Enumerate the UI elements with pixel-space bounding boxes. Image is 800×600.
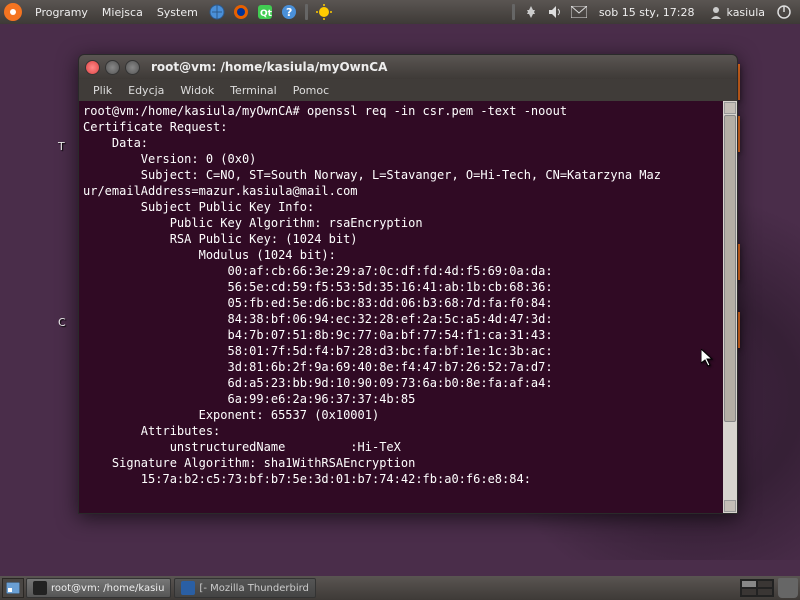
scroll-up-icon[interactable] — [724, 102, 736, 114]
desktop-icon-label[interactable]: C — [58, 316, 66, 329]
scrollbar-thumb[interactable] — [724, 115, 736, 422]
network-icon[interactable] — [522, 3, 540, 21]
terminal-icon — [33, 581, 47, 595]
ubuntu-logo-icon[interactable] — [4, 3, 22, 21]
menu-plik[interactable]: Plik — [85, 84, 120, 97]
scroll-down-icon[interactable] — [724, 500, 736, 512]
menu-programy[interactable]: Programy — [28, 6, 95, 19]
top-panel: Programy Miejsca System Qt ? sob 15 sty,… — [0, 0, 800, 24]
qt-icon[interactable]: Qt — [256, 3, 274, 21]
help-icon[interactable]: ? — [280, 3, 298, 21]
workspace-2[interactable] — [757, 580, 773, 588]
scrollbar-track[interactable] — [724, 115, 736, 499]
firefox-icon[interactable] — [232, 3, 250, 21]
user-menu[interactable]: kasiula — [703, 5, 771, 19]
menu-miejsca[interactable]: Miejsca — [95, 6, 150, 19]
task-terminal[interactable]: root@vm: /home/kasiu — [26, 578, 171, 598]
mail-icon[interactable] — [570, 3, 588, 21]
desktop-icon-label[interactable]: T — [58, 140, 65, 153]
menu-system[interactable]: System — [150, 6, 205, 19]
close-icon[interactable] — [85, 60, 100, 75]
power-icon[interactable] — [775, 3, 793, 21]
menu-pomoc[interactable]: Pomoc — [285, 84, 337, 97]
bottom-panel: root@vm: /home/kasiu [- Mozilla Thunderb… — [0, 576, 800, 600]
menu-widok[interactable]: Widok — [172, 84, 222, 97]
workspace-1[interactable] — [741, 580, 757, 588]
user-name: kasiula — [727, 6, 765, 19]
panel-separator — [305, 4, 308, 20]
workspace-3[interactable] — [741, 588, 757, 596]
thunderbird-icon — [181, 581, 195, 595]
window-menubar: Plik Edycja Widok Terminal Pomoc — [79, 79, 737, 101]
task-label: [- Mozilla Thunderbird — [199, 583, 308, 594]
svg-text:Qt: Qt — [260, 9, 273, 19]
show-desktop-button[interactable] — [2, 578, 24, 598]
menu-terminal[interactable]: Terminal — [222, 84, 285, 97]
workspace-4[interactable] — [757, 588, 773, 596]
window-title: root@vm: /home/kasiula/myOwnCA — [151, 60, 387, 74]
minimize-icon[interactable] — [105, 60, 120, 75]
terminal-output[interactable]: root@vm:/home/kasiula/myOwnCA# openssl r… — [79, 101, 723, 513]
sound-icon[interactable] — [546, 3, 564, 21]
browser-icon[interactable] — [208, 3, 226, 21]
terminal-window: root@vm: /home/kasiula/myOwnCA Plik Edyc… — [78, 54, 738, 514]
panel-separator — [512, 4, 515, 20]
task-label: root@vm: /home/kasiu — [51, 583, 164, 594]
window-titlebar[interactable]: root@vm: /home/kasiula/myOwnCA — [79, 55, 737, 79]
workspace-switcher[interactable] — [740, 579, 774, 597]
weather-sun-icon[interactable] — [315, 3, 333, 21]
terminal-scrollbar[interactable] — [723, 101, 737, 513]
clock[interactable]: sob 15 sty, 17:28 — [591, 6, 703, 19]
maximize-icon[interactable] — [125, 60, 140, 75]
task-thunderbird[interactable]: [- Mozilla Thunderbird — [174, 578, 315, 598]
menu-edycja[interactable]: Edycja — [120, 84, 172, 97]
svg-text:?: ? — [286, 6, 292, 19]
trash-icon[interactable] — [778, 578, 798, 598]
